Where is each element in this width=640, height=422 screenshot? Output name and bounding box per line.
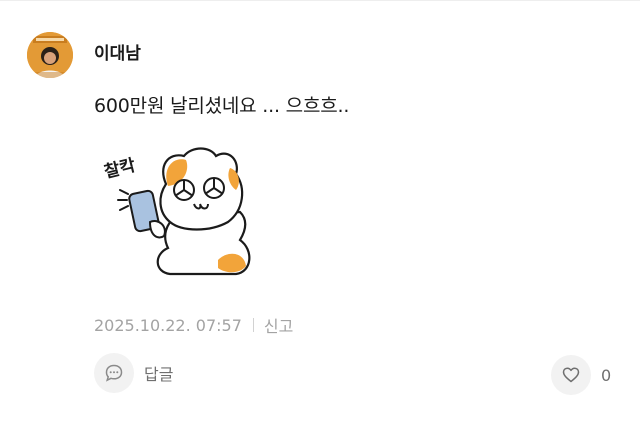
timestamp: 2025.10.22. 07:57: [94, 315, 242, 335]
speech-bubble-icon: [94, 353, 134, 393]
reply-label: 답글: [144, 365, 174, 384]
sticker-text: 찰칵: [102, 155, 138, 182]
comment-text: 600만원 날리셨네요 ... 으흐흐..: [94, 95, 350, 117]
report-link[interactable]: 신고: [264, 313, 293, 337]
reply-button[interactable]: 답글: [94, 353, 173, 393]
hamster-camera-sticker: 찰칵: [102, 147, 251, 276]
divider: [0, 0, 640, 1]
heart-outline-icon: [551, 355, 591, 395]
like-count: 0: [601, 365, 612, 385]
author-name[interactable]: 이대남: [94, 43, 141, 65]
avatar[interactable]: [27, 32, 73, 78]
avatar-image: [27, 32, 73, 78]
like-button[interactable]: 0: [551, 355, 611, 395]
meta-divider: [252, 318, 254, 332]
comment-meta: 2025.10.22. 07:57 신고: [94, 313, 293, 337]
comment-item: 이대남 600만원 날리셨네요 ... 으흐흐.. 찰칵 2025.10.22.…: [0, 0, 640, 422]
